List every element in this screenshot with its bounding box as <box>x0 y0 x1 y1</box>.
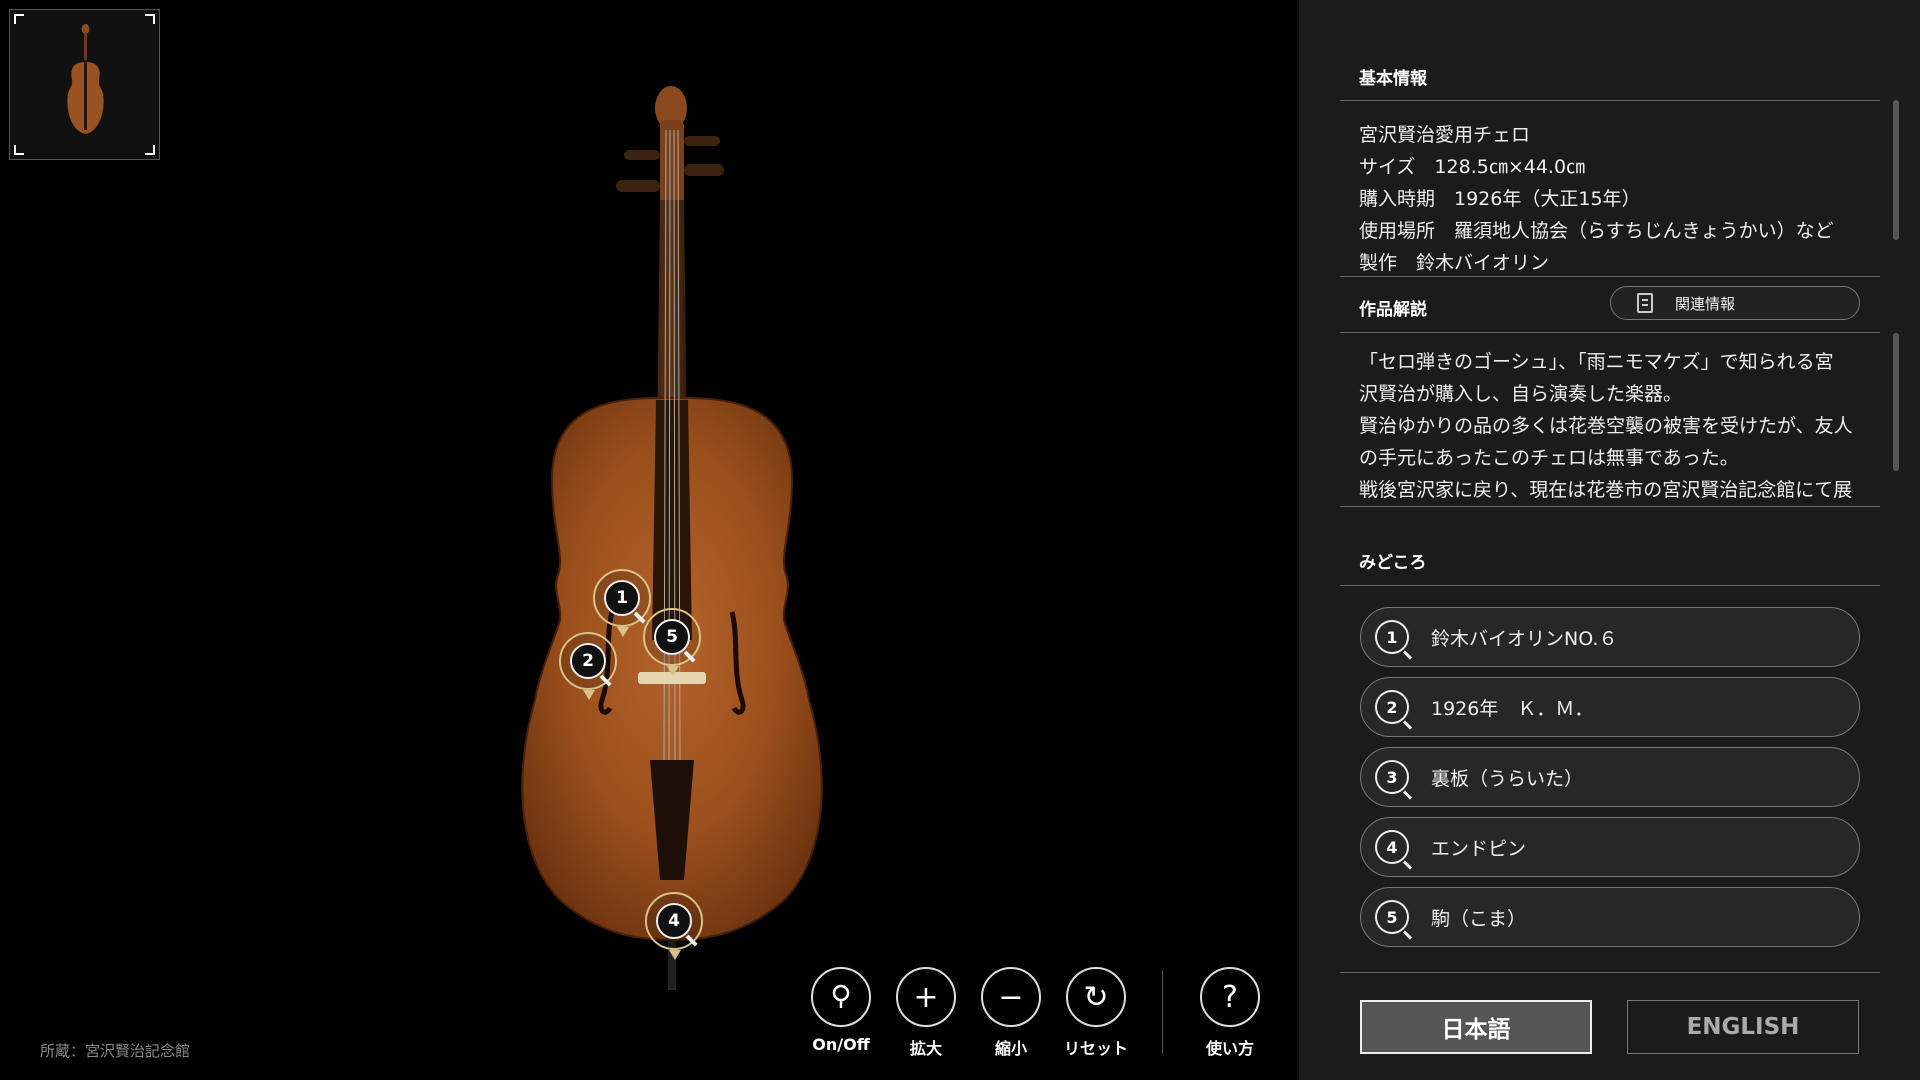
highlight-label: エンドピン <box>1431 837 1527 860</box>
pin-pointer-icon <box>617 627 629 637</box>
magnifier-icon: 1 <box>1375 620 1409 654</box>
magnifier-icon: 3 <box>1375 760 1409 794</box>
description-line: 「セロ弾きのゴーシュ」、「雨ニモマケズ」で知られる宮 <box>1359 351 1834 373</box>
collection-credit: 所蔵：宮沢賢治記念館 <box>40 1042 191 1060</box>
divider <box>1340 506 1880 507</box>
plus-icon: + <box>896 967 956 1027</box>
reset-button[interactable]: ↻ リセット <box>1061 967 1131 1059</box>
artwork-title: 宮沢賢治愛用チェロ <box>1359 124 1531 146</box>
basic-info-scrollbar[interactable] <box>1893 100 1899 240</box>
hotspot-1[interactable]: 1 <box>593 569 651 637</box>
control-label: On/Off <box>812 1035 870 1054</box>
magnifier-icon: 2 <box>1375 690 1409 724</box>
control-label: 使い方 <box>1205 1039 1254 1058</box>
hotspot-toggle-button[interactable]: On/Off <box>806 967 876 1054</box>
info-panel: 基本情報 宮沢賢治愛用チェロ サイズ 128.5㎝×44.0㎝ 購入時期 192… <box>1299 0 1920 1080</box>
divider <box>1340 332 1880 333</box>
description-line: 賢治ゆかりの品の多くは花巻空襲の被害を受けたが、友人 <box>1359 415 1853 437</box>
highlight-item-4[interactable]: 4 エンドピン <box>1360 817 1860 877</box>
info-maker: 製作 鈴木バイオリン <box>1359 252 1550 274</box>
hotspot-number: 4 <box>656 903 692 939</box>
info-usage-place: 使用場所 羅須地人協会（らすちじんきょうかい）など <box>1359 220 1834 242</box>
description-line: の手元にあったこのチェロは無事であった。 <box>1359 447 1739 469</box>
control-label: 拡大 <box>909 1039 942 1058</box>
magnifier-icon: 4 <box>1375 830 1409 864</box>
reset-icon: ↻ <box>1066 967 1126 1027</box>
description-line: 戦後宮沢家に戻り、現在は花巻市の宮沢賢治記念館にて展 <box>1359 479 1853 501</box>
highlight-item-1[interactable]: 1 鈴木バイオリンNO.６ <box>1360 607 1860 667</box>
highlight-item-5[interactable]: 5 駒（こま） <box>1360 887 1860 947</box>
highlights-title: みどころ <box>1359 553 1427 573</box>
highlight-label: 裏板（うらいた） <box>1431 767 1584 790</box>
highlight-label: 駒（こま） <box>1431 907 1527 930</box>
hotspot-2[interactable]: 2 <box>559 632 617 700</box>
related-info-label: 関連情報 <box>1675 294 1736 313</box>
divider <box>1340 585 1880 586</box>
highlight-label: 鈴木バイオリンNO.６ <box>1431 627 1618 650</box>
help-button[interactable]: ? 使い方 <box>1195 967 1265 1059</box>
zoom-out-button[interactable]: − 縮小 <box>976 967 1046 1059</box>
divider <box>1340 276 1880 277</box>
description-scrollbar[interactable] <box>1893 333 1899 471</box>
hotspot-4[interactable]: 4 <box>645 892 703 960</box>
hotspot-number: 5 <box>654 619 690 655</box>
artwork-viewer[interactable]: 1 2 5 4 所蔵：宮沢賢治記念館 On/Off + 拡大 − 縮小 ↻ リセ… <box>0 0 1299 1080</box>
highlight-label: 1926年 Ｋ．Ｍ． <box>1431 697 1594 720</box>
hotspot-number: 1 <box>604 580 640 616</box>
description-line: 沢賢治が購入し、自ら演奏した楽器。 <box>1359 383 1683 405</box>
basic-info-title: 基本情報 <box>1359 69 1427 89</box>
document-icon <box>1637 293 1653 313</box>
language-english-button[interactable]: ENGLISH <box>1627 1000 1859 1054</box>
highlight-item-3[interactable]: 3 裏板（うらいた） <box>1360 747 1860 807</box>
description-text: 「セロ弾きのゴーシュ」、「雨ニモマケズ」で知られる宮 沢賢治が購入し、自ら演奏し… <box>1359 346 1887 504</box>
control-label: リセット <box>1063 1039 1128 1058</box>
info-size: サイズ 128.5㎝×44.0㎝ <box>1359 156 1586 178</box>
help-icon: ? <box>1200 967 1260 1027</box>
highlight-item-2[interactable]: 2 1926年 Ｋ．Ｍ． <box>1360 677 1860 737</box>
pin-pointer-icon <box>667 666 679 676</box>
divider <box>1340 100 1880 101</box>
minus-icon: − <box>981 967 1041 1027</box>
info-purchase-date: 購入時期 1926年（大正15年） <box>1359 188 1641 210</box>
pin-pointer-icon <box>583 690 595 700</box>
pin-pointer-icon <box>669 950 681 960</box>
language-japanese-button[interactable]: 日本語 <box>1360 1000 1592 1054</box>
hotspot-number: 2 <box>570 643 606 679</box>
control-label: 縮小 <box>994 1039 1027 1058</box>
description-title: 作品解説 <box>1359 300 1427 320</box>
zoom-in-button[interactable]: + 拡大 <box>891 967 961 1059</box>
magnifier-icon: 5 <box>1375 900 1409 934</box>
related-info-button[interactable]: 関連情報 <box>1610 286 1860 320</box>
controls-divider <box>1162 970 1163 1054</box>
hotspot-5[interactable]: 5 <box>643 608 701 676</box>
divider <box>1340 972 1880 973</box>
pin-icon <box>811 967 871 1027</box>
